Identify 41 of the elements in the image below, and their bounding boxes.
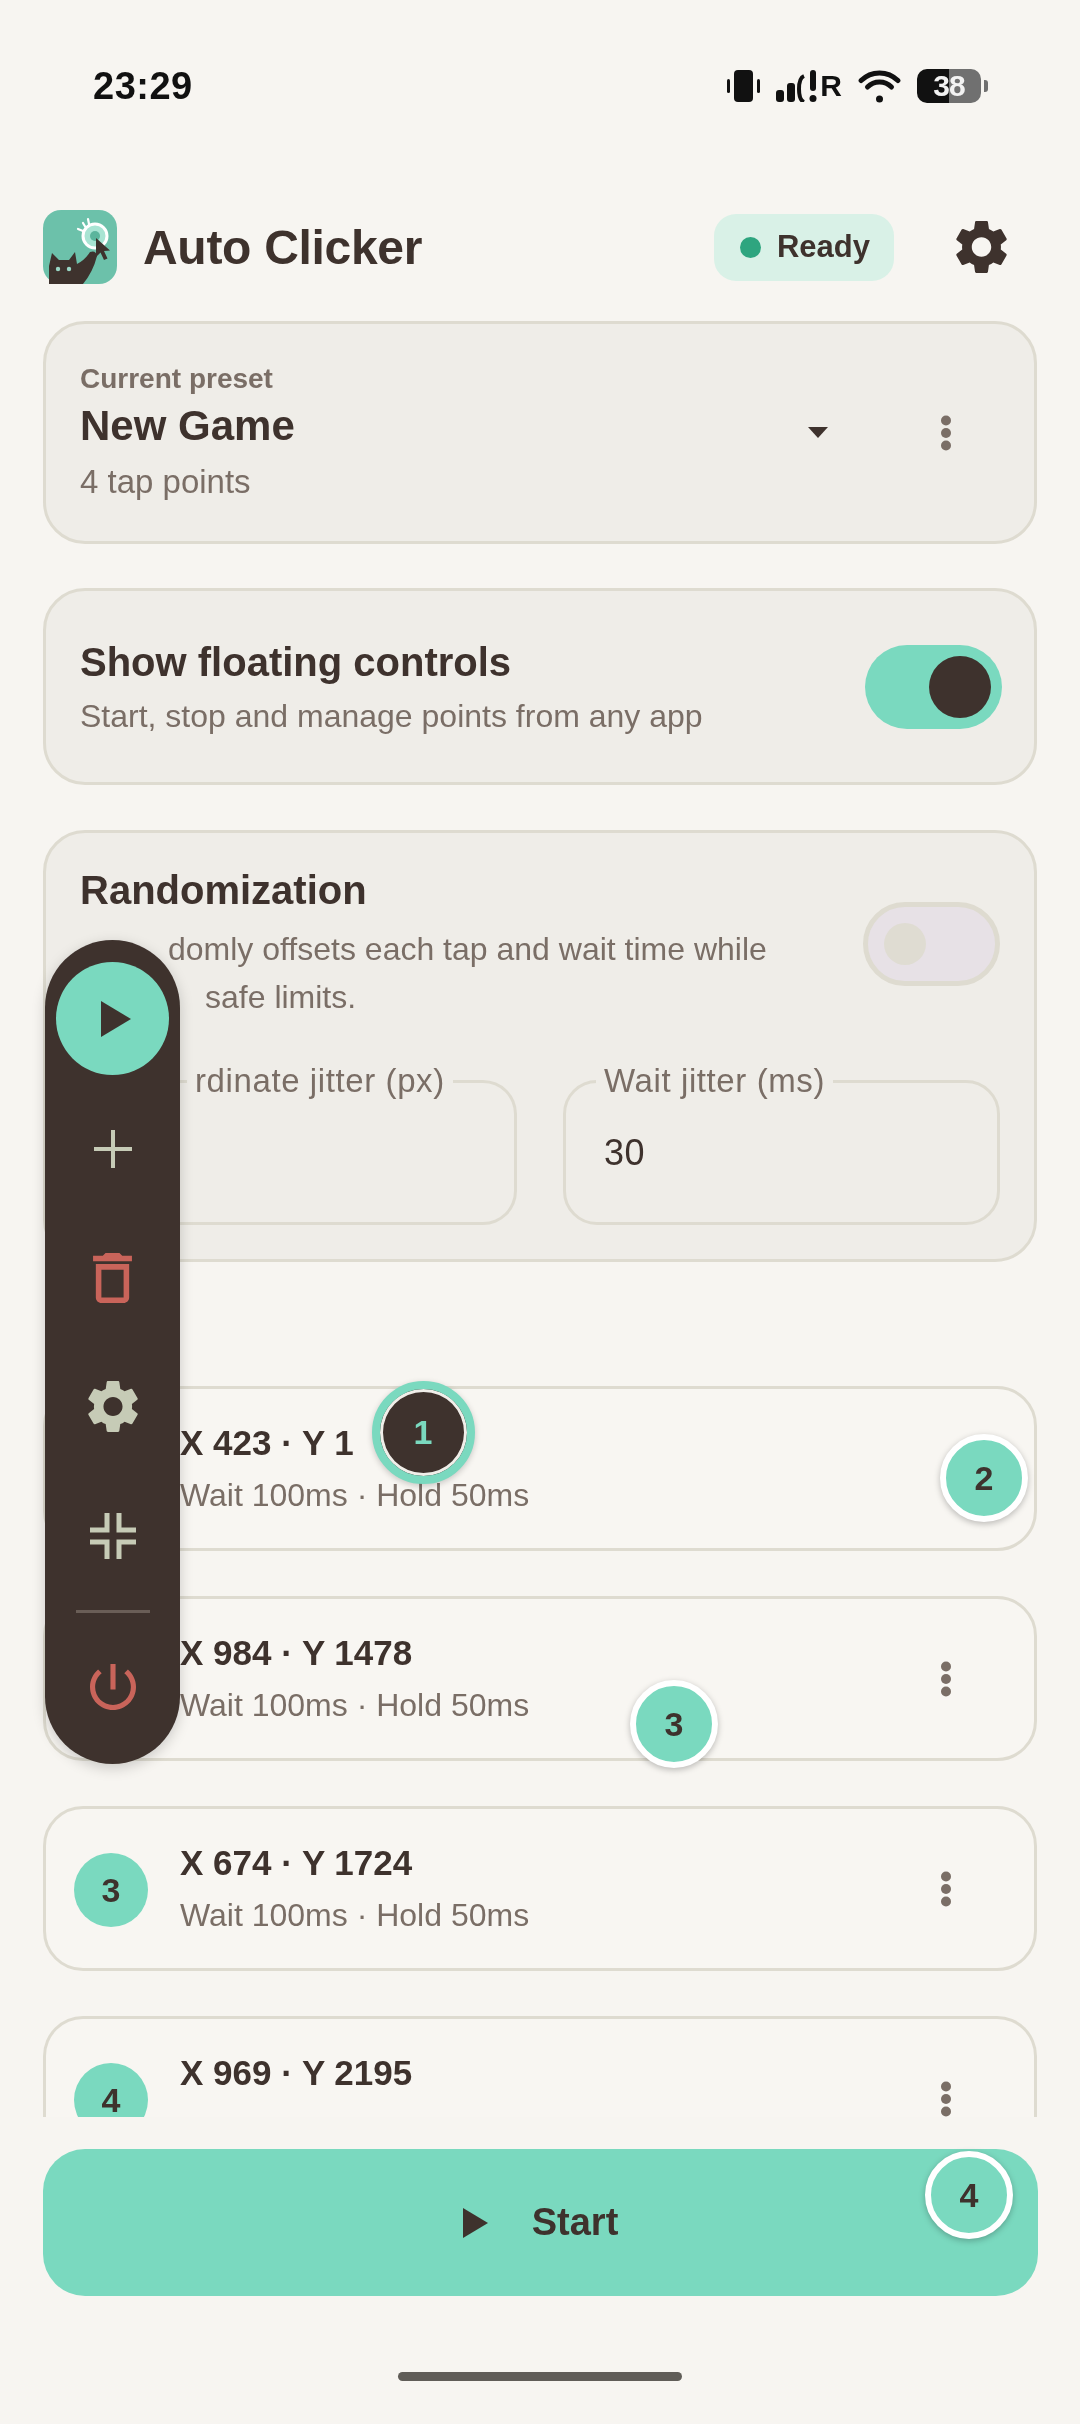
trash-icon[interactable] [93, 1252, 132, 1303]
status-time: 23:29 [93, 64, 193, 108]
settings-icon[interactable] [87, 1380, 138, 1433]
roaming-indicator: R [820, 70, 842, 102]
status-dot-icon [739, 236, 761, 258]
point-timing: Wait 100ms · Hold 50ms [180, 1896, 530, 1935]
point-number-badge: 4 [74, 2063, 148, 2117]
preset-name: New Game [80, 400, 295, 451]
point-timing: Wait 100ms · Hold 50ms [180, 1686, 530, 1725]
preset-summary: 4 tap points [80, 461, 251, 502]
point-coordinates: X 984 · Y 1478 [180, 1632, 413, 1674]
wifi-icon [858, 69, 901, 103]
settings-icon[interactable] [956, 220, 1007, 274]
fullscreen-exit-icon[interactable] [89, 1512, 136, 1559]
point-coordinates: X 674 · Y 1724 [180, 1842, 413, 1884]
caret-icon[interactable] [808, 427, 828, 438]
play-icon [100, 1000, 131, 1037]
point-coordinates: X 969 · Y 2195 [180, 2052, 413, 2094]
tap-point-card[interactable]: 3 X 674 · Y 1724 Wait 100ms · Hold 50ms [43, 1806, 1037, 1971]
more-icon[interactable] [940, 1871, 952, 1907]
setting-description: domly offsets each tap and wait time while [168, 930, 767, 969]
app-title: Auto Clicker [143, 219, 423, 275]
play-icon [462, 2207, 488, 2238]
preset-card[interactable]: Current preset New Game 4 tap points [43, 321, 1037, 544]
point-coordinates: X 423 · Y 1 [180, 1422, 354, 1464]
more-icon[interactable] [940, 414, 952, 451]
add-icon[interactable] [93, 1129, 132, 1168]
setting-description: safe limits. [205, 978, 357, 1017]
cat-logo-icon [43, 210, 117, 284]
status-label: Ready [776, 229, 870, 265]
tap-point-card[interactable]: 4 X 969 · Y 2195 [43, 2016, 1037, 2117]
signal-icon [776, 70, 819, 102]
setting-title: Randomization [80, 867, 367, 914]
point-number-badge: 3 [74, 1853, 148, 1927]
setting-description: Start, stop and manage points from any app [80, 696, 703, 736]
preset-caption: Current preset [80, 361, 273, 396]
vibrate-icon [727, 70, 761, 102]
setting-title: Show floating controls [80, 638, 512, 686]
more-icon[interactable] [940, 1661, 952, 1697]
power-icon[interactable] [89, 1664, 136, 1710]
more-icon[interactable] [940, 2081, 952, 2117]
